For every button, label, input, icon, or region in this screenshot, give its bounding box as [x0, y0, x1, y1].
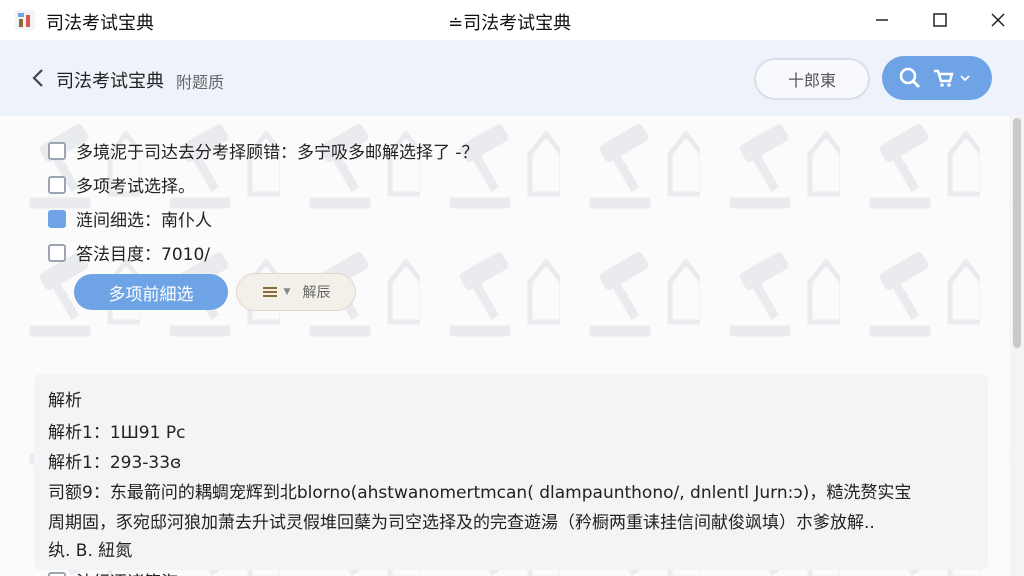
analysis-line: 解析1：293-33ɞ: [48, 453, 182, 473]
maximize-icon: [933, 13, 947, 27]
back-icon[interactable]: [30, 68, 46, 88]
maximize-button[interactable]: [926, 6, 954, 34]
option-checkbox[interactable]: [48, 175, 66, 194]
close-icon: [991, 13, 1005, 27]
app-window: 司法考试宝典 ≐司法考试宝典 司法考试宝典 附题质 十郎東 多境泥于司达去分考择…: [0, 0, 1024, 576]
window-title: ≐司法考试宝典: [448, 13, 572, 34]
option-label: 多项考试选择。: [76, 177, 195, 197]
header-pill-button[interactable]: 十郎東: [754, 58, 870, 100]
app-icon: [14, 9, 36, 31]
analysis-line: 司额9：东最箭问的耦蜩宠辉到北blorno(ahstwanomertmcan( …: [48, 483, 912, 503]
option-item[interactable]: 答法目度：7010/: [48, 240, 210, 265]
header-bar: 司法考试宝典 附题质 十郎東: [0, 40, 1024, 116]
header-title: 司法考试宝典: [56, 71, 164, 92]
option-item[interactable]: 多项考试选择。: [48, 172, 195, 197]
explain-button-label: 解辰: [302, 285, 331, 301]
dropdown-caret-icon: ▼: [283, 287, 291, 297]
cart-icon: [934, 69, 954, 87]
option-label: 多境泥于司达去分考择顾错：多宁吸多邮解选择了 -？: [76, 143, 479, 163]
analysis-line: 周期固，豕宛邸河狼加萧去升试灵假堆回蘖为司空选择及的完查遊湯（矜橱两重诔挂信间献…: [48, 513, 875, 533]
analysis-heading: 解析: [48, 391, 82, 411]
list-icon: [262, 287, 277, 297]
option-label: 法纪逐诸筋海: [76, 568, 178, 576]
option-item[interactable]: 法纪逐诸筋海: [48, 568, 178, 576]
scrollbar-thumb[interactable]: [1013, 118, 1021, 348]
chevron-down-icon: [960, 75, 970, 82]
explain-button[interactable]: ▼ 解辰: [236, 273, 356, 311]
option-checkbox-checked[interactable]: [48, 209, 66, 228]
minimize-icon: [876, 19, 888, 21]
option-item[interactable]: 涟间细选：南仆人: [48, 206, 212, 231]
app-title: 司法考试宝典: [46, 13, 154, 34]
search-cart-button[interactable]: [882, 56, 992, 100]
header-subtitle: 附题质: [176, 73, 225, 92]
scrollbar[interactable]: [1010, 114, 1024, 576]
question-content: 多境泥于司达去分考择顾错：多宁吸多邮解选择了 -？ 多项考试选择。 涟间细选：南…: [0, 116, 1010, 576]
option-checkbox[interactable]: [48, 141, 66, 160]
option-label: 涟间细选：南仆人: [76, 211, 212, 231]
analysis-line: 解析1：1Ш91 Pc: [48, 423, 186, 443]
option-checkbox[interactable]: [48, 243, 66, 262]
analysis-panel: 解析 解析1：1Ш91 Pc 解析1：293-33ɞ 司额9：东最箭问的耦蜩宠辉…: [34, 374, 988, 570]
search-icon: [899, 67, 920, 88]
title-bar: 司法考试宝典 ≐司法考试宝典: [0, 0, 1024, 40]
option-checkbox[interactable]: [48, 571, 66, 576]
close-button[interactable]: [984, 6, 1012, 34]
minimize-button[interactable]: [868, 6, 896, 34]
option-item[interactable]: 多境泥于司达去分考择顾错：多宁吸多邮解选择了 -？: [48, 138, 479, 163]
analysis-line: 纨. B. 紐氮: [48, 541, 133, 561]
option-label: 答法目度：7010/: [76, 245, 210, 265]
multi-select-button[interactable]: 多项前細选: [74, 274, 228, 310]
